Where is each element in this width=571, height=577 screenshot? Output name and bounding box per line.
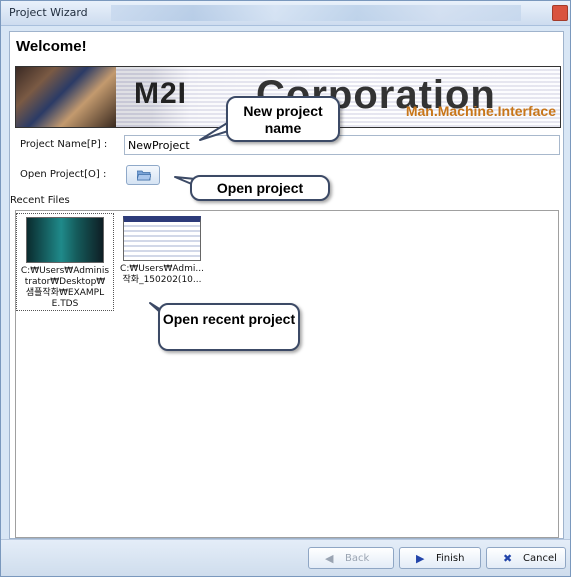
callout-pointers xyxy=(149,119,251,331)
callout-open-recent-project: Open recent project xyxy=(158,303,300,351)
callout-open-project: Open project xyxy=(190,175,330,201)
callout-new-project-name: New project name xyxy=(226,96,340,142)
